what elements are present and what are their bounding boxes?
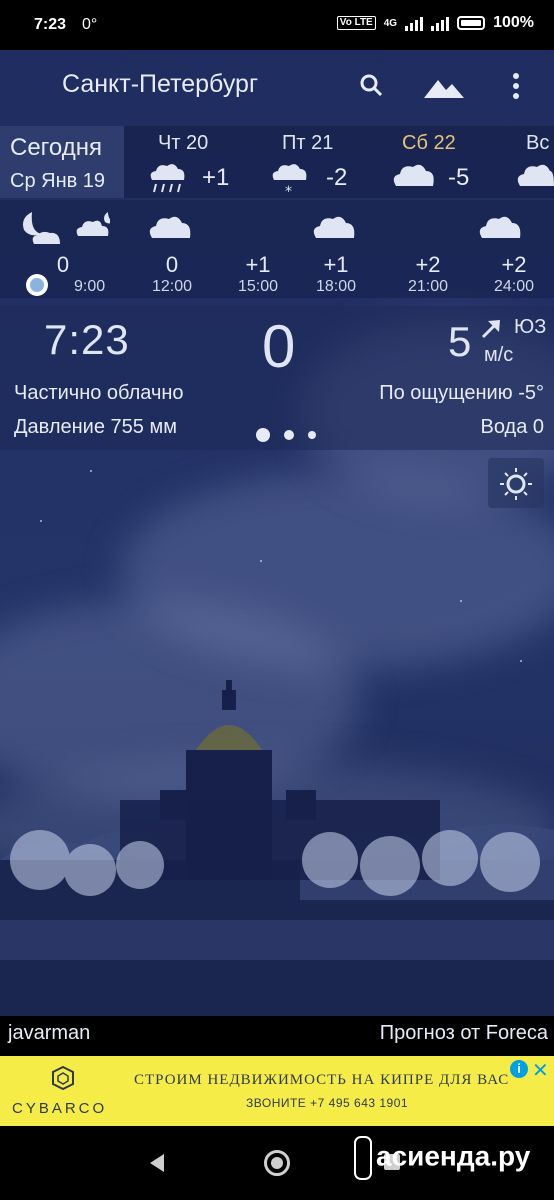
ad-close-icon[interactable]: ✕: [532, 1058, 549, 1083]
landscape-icon[interactable]: [422, 70, 466, 102]
day-name: Пт 21: [282, 132, 334, 154]
today-label: Сегодня: [10, 134, 102, 161]
feels-like-text: По ощущению -5°: [379, 382, 544, 404]
cloud-icon: [517, 164, 554, 186]
current-hour-indicator-icon: [26, 274, 48, 296]
hour-item[interactable]: +1 18:00: [296, 200, 376, 298]
watermark-logo-icon: [354, 1136, 372, 1180]
city-title[interactable]: Санкт-Петербург: [62, 70, 258, 99]
hour-item[interactable]: 0 12:00: [132, 200, 212, 298]
current-conditions-panel[interactable]: 7:23 0 5 ЮЗ м/с Частично облачно По ощущ…: [0, 306, 554, 450]
hour-time: 21:00: [407, 278, 449, 295]
wind-direction-icon: [481, 320, 500, 339]
wind-direction: ЮЗ: [514, 316, 547, 338]
ad-info-icon[interactable]: i: [510, 1060, 528, 1078]
wind-speed: 5: [448, 318, 472, 365]
day-temp: -2: [326, 164, 348, 191]
snow-icon: *: [272, 164, 307, 198]
ad-headline: СТРОИМ НЕДВИЖИМОСТЬ НА КИПРЕ ДЛЯ ВАС: [134, 1072, 510, 1088]
day-sun[interactable]: Вс: [512, 126, 554, 198]
cloud-icon: [149, 216, 191, 238]
home-icon[interactable]: [264, 1150, 290, 1176]
hour-time: 18:00: [315, 278, 357, 295]
status-bar: 7:23 0° Vo LTE 4G 100%: [0, 0, 554, 50]
watermark: асиенда.ру: [354, 1136, 530, 1180]
daily-forecast-strip: Сегодня Ср Янв 19 Чт 20 +1 Пт 21 * -2 Сб…: [0, 126, 554, 198]
today-date: Ср Янв 19: [10, 170, 106, 192]
pressure-text: Давление 755 мм: [14, 416, 177, 438]
battery-percent: 100%: [493, 14, 534, 31]
network-type-label: 4G: [383, 17, 398, 29]
hour-temp: 0: [165, 252, 179, 277]
day-name: Чт 20: [158, 132, 209, 154]
day-temp: -5: [448, 164, 470, 191]
more-vert-icon[interactable]: [500, 70, 532, 102]
cloud-icon: [393, 164, 434, 186]
ad-banner[interactable]: CYBARCO СТРОИМ НЕДВИЖИМОСТЬ НА КИПРЕ ДЛЯ…: [0, 1056, 554, 1126]
cloud-icon: [479, 216, 521, 238]
battery-icon: [457, 16, 486, 30]
hour-time: 9:00: [74, 278, 106, 295]
hour-time: 24:00: [493, 278, 535, 295]
cloud-icon: [313, 216, 355, 238]
signal-icon: [405, 15, 424, 31]
volte-icon: Vo LTE: [336, 16, 376, 30]
watermark-text: асиенда.ру: [376, 1140, 531, 1172]
day-today[interactable]: Сегодня Ср Янв 19: [0, 126, 124, 198]
brand-logo-icon: [52, 1066, 74, 1090]
day-temp: +1: [202, 164, 230, 191]
hour-item[interactable]: +2 21:00: [388, 200, 468, 298]
day-thu[interactable]: Чт 20 +1: [140, 126, 250, 198]
page-indicator: [256, 428, 316, 442]
hourly-forecast: 0 9:00 0 12:00 +1 15:00 +1 18:00 +2 21:0…: [0, 200, 554, 298]
current-temperature: 0: [262, 313, 296, 380]
ad-brand: CYBARCO: [12, 1100, 108, 1117]
hour-temp: +1: [245, 252, 271, 277]
day-fri[interactable]: Пт 21 * -2: [266, 126, 376, 198]
search-icon[interactable]: [356, 70, 388, 102]
status-temp-indicator: 0°: [82, 16, 98, 33]
svg-text:*: *: [285, 184, 292, 198]
hour-temp: +2: [501, 252, 527, 277]
condition-text: Частично облачно: [14, 382, 184, 404]
hour-temp: +1: [323, 252, 349, 277]
day-name: Вс: [526, 132, 550, 154]
ad-phone: ЗВОНИТЕ +7 495 643 1901: [246, 1096, 409, 1110]
wind-unit: м/с: [484, 344, 514, 366]
signal-icon-2: [431, 15, 450, 31]
day-sat[interactable]: Сб 22 -5: [390, 126, 500, 198]
current-time: 7:23: [44, 316, 130, 363]
back-icon[interactable]: [150, 1154, 164, 1172]
hour-temp: +2: [415, 252, 441, 277]
photo-author[interactable]: javarman: [8, 1022, 90, 1045]
status-time: 7:23: [34, 16, 67, 33]
day-name: Сб 22: [402, 132, 456, 154]
rain-icon: [150, 164, 185, 193]
credits-bar: javarman Прогноз от Foreca: [0, 1016, 554, 1056]
forecast-source[interactable]: Прогноз от Foreca: [380, 1022, 548, 1045]
sun-icon: [500, 468, 532, 500]
hour-time: 12:00: [151, 278, 193, 295]
sun-moon-button[interactable]: [488, 458, 544, 508]
hour-time: 15:00: [237, 278, 279, 295]
app-header: Санкт-Петербург: [0, 50, 554, 122]
hour-item[interactable]: +2 24:00: [474, 200, 554, 298]
water-temp-text: Вода 0: [480, 416, 545, 438]
hour-item[interactable]: +1 15:00: [218, 200, 298, 298]
